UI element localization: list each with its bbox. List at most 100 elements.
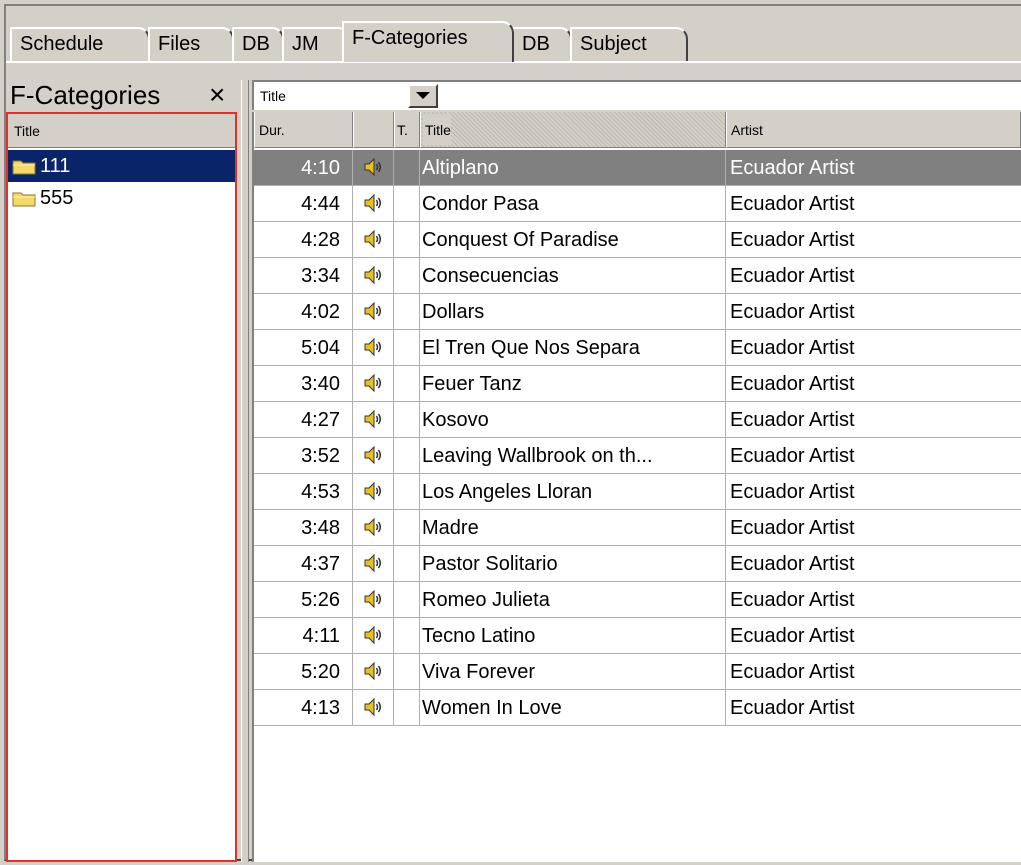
icon-cell <box>353 150 394 185</box>
pane-splitter[interactable] <box>241 80 249 862</box>
category-label: 111 <box>40 155 71 177</box>
speaker-icon <box>364 445 381 465</box>
table-row[interactable]: 4:02 Dollars Ecuador Artist <box>254 294 1021 330</box>
search-field-select[interactable]: Title <box>252 80 444 110</box>
title-cell: Leaving Wallbrook on th... <box>420 438 726 473</box>
tab-jm[interactable]: JM <box>282 27 350 61</box>
icon-cell <box>353 330 394 365</box>
artist-cell: Ecuador Artist <box>730 589 855 611</box>
category-item[interactable]: 555 <box>8 182 235 214</box>
table-row[interactable]: 5:26 Romeo Julieta Ecuador Artist <box>254 582 1021 618</box>
table-row[interactable]: 4:53 Los Angeles Lloran Ecuador Artist <box>254 474 1021 510</box>
category-item[interactable]: 111 <box>8 150 235 182</box>
artist-cell: Ecuador Artist <box>730 445 855 467</box>
search-field-value: Title <box>260 88 286 104</box>
artist-cell: Ecuador Artist <box>730 409 855 431</box>
column-header-type[interactable]: T. <box>394 112 420 148</box>
column-header-title-label: Title <box>423 114 451 145</box>
folder-icon <box>12 192 36 207</box>
speaker-icon <box>364 337 381 357</box>
icon-cell <box>353 402 394 437</box>
artist-cell: Ecuador Artist <box>730 301 855 323</box>
dropdown-button[interactable] <box>408 84 438 108</box>
icon-cell <box>353 510 394 545</box>
title-cell: Kosovo <box>420 402 726 437</box>
icon-cell <box>353 618 394 653</box>
left-panel-header: F-Categories × <box>8 80 237 110</box>
duration-cell: 4:11 <box>254 618 353 653</box>
column-header-title[interactable]: Title <box>420 112 726 148</box>
duration-cell: 3:40 <box>254 366 353 401</box>
table-row[interactable]: 5:20 Viva Forever Ecuador Artist <box>254 654 1021 690</box>
duration-cell: 4:27 <box>254 402 353 437</box>
search-input[interactable] <box>444 80 1021 110</box>
left-panel-title: F-Categories <box>10 80 161 110</box>
table-row[interactable]: 4:44 Condor Pasa Ecuador Artist <box>254 186 1021 222</box>
duration-cell: 4:28 <box>254 222 353 257</box>
grid-header: Dur. T. Title Artist <box>254 112 1021 148</box>
table-row[interactable]: 4:27 Kosovo Ecuador Artist <box>254 402 1021 438</box>
tab-db-2[interactable]: DB <box>512 27 572 61</box>
artist-cell: Ecuador Artist <box>730 625 855 647</box>
duration-cell: 4:02 <box>254 294 353 329</box>
tab-schedule[interactable]: Schedule <box>10 27 150 61</box>
type-cell <box>394 546 420 581</box>
duration-cell: 5:20 <box>254 654 353 689</box>
column-header-duration[interactable]: Dur. <box>254 112 353 148</box>
icon-cell <box>353 582 394 617</box>
type-cell <box>394 510 420 545</box>
icon-cell <box>353 258 394 293</box>
title-cell: Consecuencias <box>420 258 726 293</box>
artist-cell: Ecuador Artist <box>730 373 855 395</box>
duration-cell: 3:48 <box>254 510 353 545</box>
artist-cell: Ecuador Artist <box>730 481 855 503</box>
artist-cell: Ecuador Artist <box>730 553 855 575</box>
type-cell <box>394 186 420 221</box>
category-column-header[interactable]: Title <box>8 114 235 148</box>
tab-f-categories[interactable]: F-Categories <box>342 21 514 62</box>
column-header-artist[interactable]: Artist <box>726 112 1021 148</box>
table-row[interactable]: 4:11 Tecno Latino Ecuador Artist <box>254 618 1021 654</box>
duration-cell: 3:52 <box>254 438 353 473</box>
duration-cell: 4:37 <box>254 546 353 581</box>
duration-cell: 5:26 <box>254 582 353 617</box>
speaker-icon <box>364 373 381 393</box>
table-row[interactable]: 3:52 Leaving Wallbrook on th... Ecuador Ar… <box>254 438 1021 474</box>
table-row[interactable]: 4:10 Altiplano Ecuador Artist <box>254 150 1021 186</box>
title-cell: Viva Forever <box>420 654 726 689</box>
table-row[interactable]: 4:28 Conquest Of Paradise Ecuador Artist <box>254 222 1021 258</box>
speaker-icon <box>364 265 381 285</box>
speaker-icon <box>364 589 381 609</box>
column-header-icon[interactable] <box>353 112 394 148</box>
type-cell <box>394 654 420 689</box>
title-cell: Madre <box>420 510 726 545</box>
tab-files[interactable]: Files <box>148 27 234 61</box>
artist-cell: Ecuador Artist <box>730 265 855 287</box>
table-row[interactable]: 3:40 Feuer Tanz Ecuador Artist <box>254 366 1021 402</box>
table-row[interactable]: 4:37 Pastor Solitario Ecuador Artist <box>254 546 1021 582</box>
tab-subject[interactable]: Subject <box>570 27 688 61</box>
icon-cell <box>353 366 394 401</box>
type-cell <box>394 438 420 473</box>
close-icon[interactable]: × <box>209 80 225 110</box>
icon-cell <box>353 654 394 689</box>
category-label: 555 <box>40 187 74 209</box>
type-cell <box>394 582 420 617</box>
duration-cell: 3:34 <box>254 258 353 293</box>
speaker-icon <box>364 193 381 213</box>
icon-cell <box>353 546 394 581</box>
table-row[interactable]: 4:13 Women In Love Ecuador Artist <box>254 690 1021 726</box>
type-cell <box>394 366 420 401</box>
title-cell: Conquest Of Paradise <box>420 222 726 257</box>
speaker-icon <box>364 229 381 249</box>
title-cell: Pastor Solitario <box>420 546 726 581</box>
speaker-icon <box>364 661 381 681</box>
icon-cell <box>353 438 394 473</box>
table-row[interactable]: 3:48 Madre Ecuador Artist <box>254 510 1021 546</box>
speaker-icon <box>364 625 381 645</box>
tab-db[interactable]: DB <box>232 27 284 61</box>
table-row[interactable]: 3:34 Consecuencias Ecuador Artist <box>254 258 1021 294</box>
title-cell: El Tren Que Nos Separa <box>420 330 726 365</box>
table-row[interactable]: 5:04 El Tren Que Nos Separa Ecuador Artist <box>254 330 1021 366</box>
artist-cell: Ecuador Artist <box>730 517 855 539</box>
